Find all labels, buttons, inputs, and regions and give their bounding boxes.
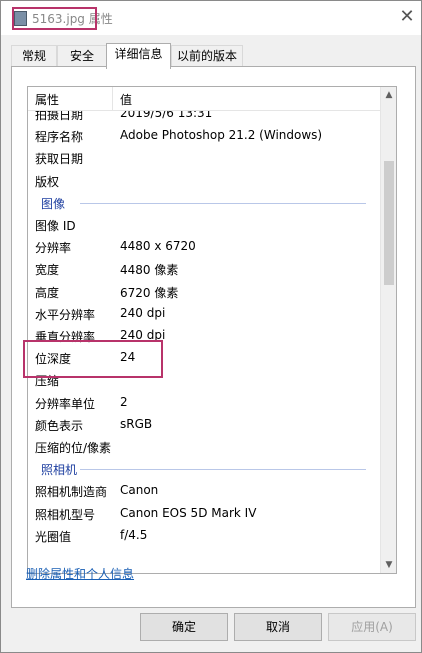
section-header: 图像 [28,192,380,214]
table-row[interactable]: 图像 ID [28,214,380,236]
property-name: 获取日期 [35,152,84,167]
section-divider [80,202,366,204]
property-value: 4480 x 6720 [120,239,196,254]
property-name: 分辨率 [35,241,72,256]
tab-details[interactable]: 详细信息 [106,43,171,69]
table-row[interactable]: 照相机制造商 Canon [28,480,380,502]
property-name: 高度 [35,285,60,300]
tab-previous-versions[interactable]: 以前的版本 [171,45,243,67]
table-row[interactable]: 照相机型号 Canon EOS 5D Mark IV [28,503,380,525]
section-header: 照相机 [28,458,380,480]
property-value: 4480 像素 [120,263,179,278]
table-row[interactable]: 获取日期 [28,147,380,169]
tab-security[interactable]: 安全 [57,45,107,67]
list-header: 属性 值 [28,87,380,111]
property-value: Adobe Photoshop 21.2 (Windows) [120,128,323,143]
property-name: 照相机制造商 [35,485,108,500]
scroll-up-icon[interactable]: ▲ [381,87,396,103]
section-label: 图像 [41,196,66,211]
scroll-thumb[interactable] [384,161,394,285]
property-name: 分辨率单位 [35,396,96,411]
property-value: sRGB [120,416,153,431]
table-row[interactable]: 程序名称 Adobe Photoshop 21.2 (Windows) [28,125,380,147]
property-value: 2 [120,394,128,409]
property-name: 颜色表示 [35,418,84,433]
property-value: 2019/5/6 13:31 [120,111,213,120]
title-highlight-box [12,7,97,30]
properties-dialog: 5163.jpg 属性 ✕ 常规 安全 详细信息 以前的版本 属性 值 拍摄日期… [0,0,422,653]
ok-button[interactable]: 确定 [140,613,228,641]
table-row[interactable]: 拍摄日期 2019/5/6 13:31 [28,111,380,125]
section-label: 照相机 [41,463,78,478]
property-name: 拍摄日期 [35,111,84,122]
property-value: 240 dpi [120,305,166,320]
table-row[interactable]: 高度 6720 像素 [28,281,380,303]
header-value[interactable]: 值 [120,91,132,108]
property-name: 版权 [35,174,60,189]
property-name: 程序名称 [35,130,84,145]
property-name: 压缩的位/像素 [35,441,112,455]
property-name: 宽度 [35,263,60,278]
table-row[interactable]: 颜色表示 sRGB [28,414,380,436]
property-name: 照相机型号 [35,507,96,522]
property-name: 图像 ID [35,219,76,233]
scroll-down-icon[interactable]: ▼ [381,557,396,573]
header-divider [112,87,113,110]
section-divider [80,469,366,471]
property-name: 光圈值 [35,529,72,544]
property-value: Canon EOS 5D Mark IV [120,505,257,520]
remove-properties-link[interactable]: 删除属性和个人信息 [26,565,134,582]
property-value: Canon [120,483,159,498]
table-row[interactable]: 宽度 4480 像素 [28,258,380,280]
property-list[interactable]: 属性 值 拍摄日期 2019/5/6 13:31 程序名称 Adobe Photosh… [27,86,397,574]
table-row[interactable]: 分辨率单位 2 [28,392,380,414]
table-row[interactable]: 分辨率 4480 x 6720 [28,236,380,258]
tab-general[interactable]: 常规 [11,45,57,67]
bit-depth-highlight-box [23,340,163,378]
property-name: 水平分辨率 [35,307,96,322]
details-panel: 属性 值 拍摄日期 2019/5/6 13:31 程序名称 Adobe Photosh… [11,66,416,608]
cancel-button[interactable]: 取消 [234,613,322,641]
property-value: 6720 像素 [120,285,179,300]
apply-button[interactable]: 应用(A) [328,613,416,641]
table-row[interactable]: 光圈值 f/4.5 [28,525,380,547]
table-row[interactable]: 压缩的位/像素 [28,436,380,458]
header-property[interactable]: 属性 [35,91,59,108]
close-icon[interactable]: ✕ [397,7,417,27]
table-row[interactable]: 版权 [28,170,380,192]
table-row[interactable]: 水平分辨率 240 dpi [28,303,380,325]
property-value: f/4.5 [120,527,148,542]
vertical-scrollbar[interactable]: ▲ ▼ [380,87,396,573]
